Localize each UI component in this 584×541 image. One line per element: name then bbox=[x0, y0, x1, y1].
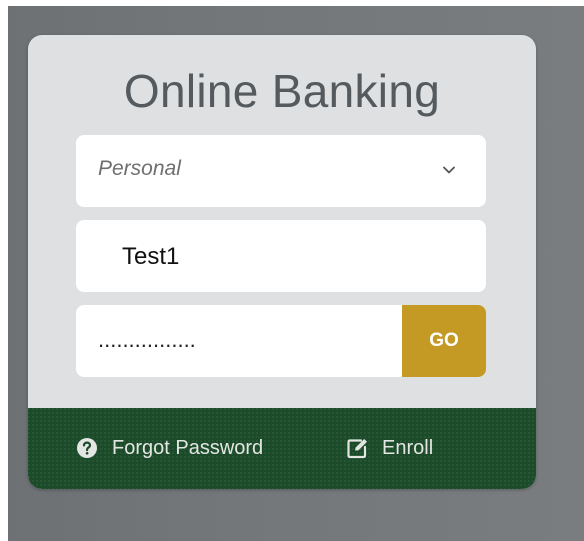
card-footer: Forgot Password Enroll bbox=[28, 408, 536, 489]
edit-icon bbox=[347, 439, 367, 459]
enroll-label: Enroll bbox=[382, 436, 434, 459]
username-input[interactable] bbox=[122, 243, 462, 271]
login-title: Online Banking bbox=[123, 65, 441, 117]
chevron-down-icon bbox=[443, 166, 455, 174]
go-button[interactable]: GO bbox=[402, 305, 486, 377]
forgot-password-link[interactable]: Forgot Password bbox=[76, 434, 263, 462]
password-input[interactable]: ................ bbox=[98, 327, 196, 353]
username-field[interactable] bbox=[76, 220, 486, 292]
question-circle-icon bbox=[77, 438, 97, 458]
account-type-value: Personal bbox=[98, 157, 181, 180]
password-field[interactable]: ................ GO bbox=[76, 305, 486, 377]
backdrop-edge-top bbox=[0, 0, 584, 6]
account-type-select[interactable]: Personal bbox=[76, 135, 486, 207]
enroll-link[interactable]: Enroll bbox=[346, 434, 433, 462]
login-card: Online Banking Personal ................… bbox=[28, 35, 536, 489]
backdrop-edge-left bbox=[0, 0, 8, 541]
forgot-password-label: Forgot Password bbox=[112, 436, 264, 459]
